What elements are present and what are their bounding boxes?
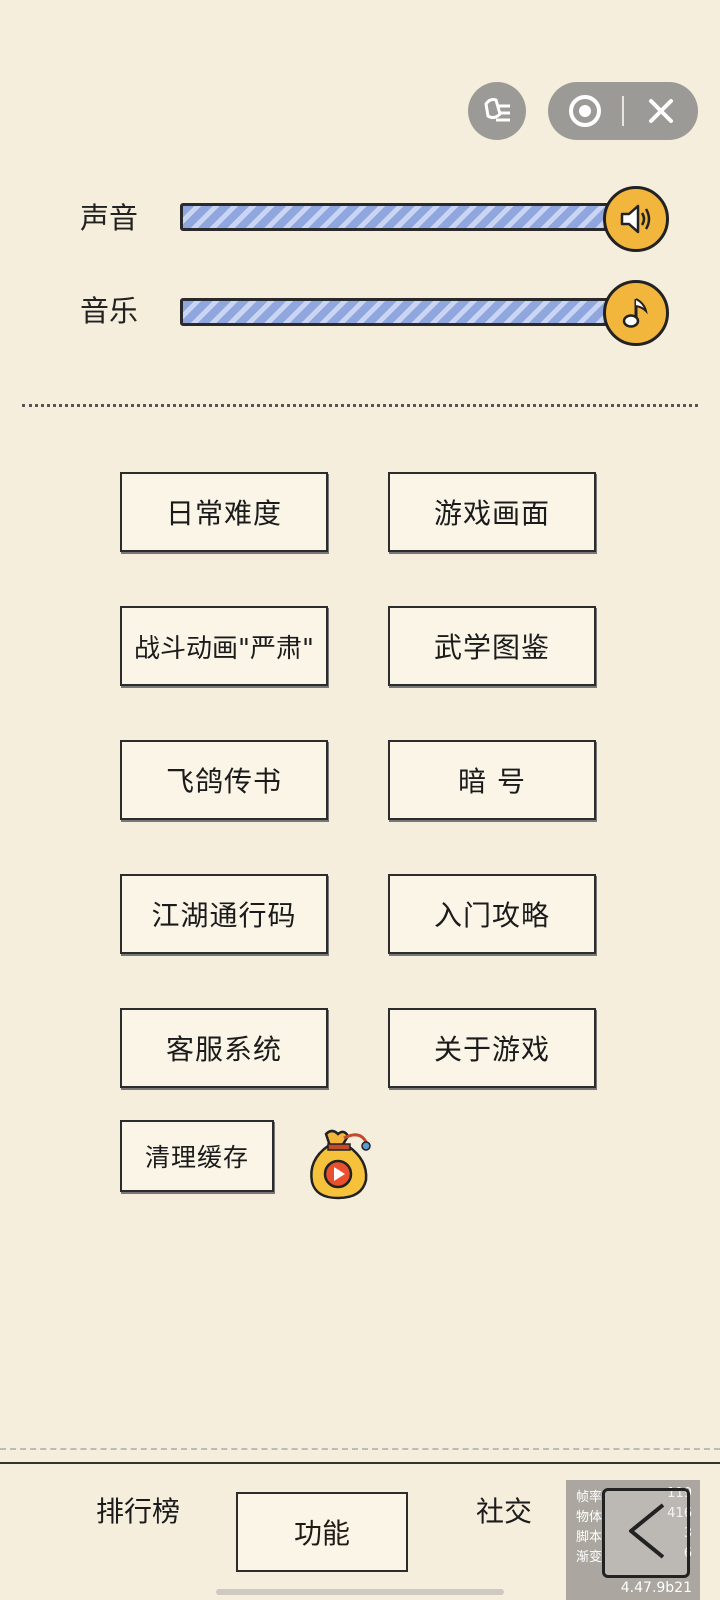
close-icon	[649, 99, 673, 123]
reward-bag-video-icon[interactable]	[304, 1126, 376, 1202]
tab-social[interactable]: 社交	[476, 1490, 532, 1530]
music-slider-track[interactable]	[180, 298, 626, 326]
mini-program-capsule	[548, 82, 698, 140]
menu-list-icon[interactable]	[468, 82, 526, 140]
secret-code-button[interactable]: 暗 号	[388, 740, 596, 820]
daily-difficulty-button[interactable]: 日常难度	[120, 472, 328, 552]
back-gesture-button[interactable]	[602, 1488, 690, 1578]
music-note-icon	[622, 298, 648, 328]
close-button[interactable]	[624, 82, 698, 140]
debug-key: 物体	[576, 1510, 603, 1525]
pigeon-mail-button[interactable]: 飞鸽传书	[120, 740, 328, 820]
about-game-button[interactable]: 关于游戏	[388, 1008, 596, 1088]
section-divider	[22, 404, 698, 407]
music-slider-knob[interactable]	[603, 280, 669, 346]
sound-label: 声音	[80, 201, 139, 235]
customer-service-button[interactable]: 客服系统	[120, 1008, 328, 1088]
tab-functions[interactable]: 功能	[236, 1492, 408, 1572]
game-graphics-button[interactable]: 游戏画面	[388, 472, 596, 552]
debug-key: 渐变	[576, 1550, 603, 1565]
debug-key: 脚本	[576, 1530, 603, 1545]
record-button[interactable]	[548, 82, 622, 140]
music-label: 音乐	[80, 294, 139, 328]
record-icon	[569, 95, 601, 127]
version-label: 4.47.9b21	[620, 1580, 692, 1596]
battle-animation-button[interactable]: 战斗动画"严肃"	[120, 606, 328, 686]
jianghu-pass-button[interactable]: 江湖通行码	[120, 874, 328, 954]
speaker-icon	[620, 204, 651, 234]
footer-top-stroke	[0, 1448, 720, 1450]
beginner-guide-button[interactable]: 入门攻略	[388, 874, 596, 954]
tab-rankings[interactable]: 排行榜	[96, 1490, 180, 1530]
sound-slider-knob[interactable]	[603, 186, 669, 252]
debug-key: 帧率	[576, 1490, 603, 1505]
sound-slider-track[interactable]	[180, 203, 626, 231]
home-indicator[interactable]	[216, 1589, 504, 1595]
clear-cache-button[interactable]: 清理缓存	[120, 1120, 274, 1192]
martial-arts-guide-button[interactable]: 武学图鉴	[388, 606, 596, 686]
back-arrow-icon	[629, 1503, 665, 1559]
footer-divider	[0, 1462, 720, 1464]
